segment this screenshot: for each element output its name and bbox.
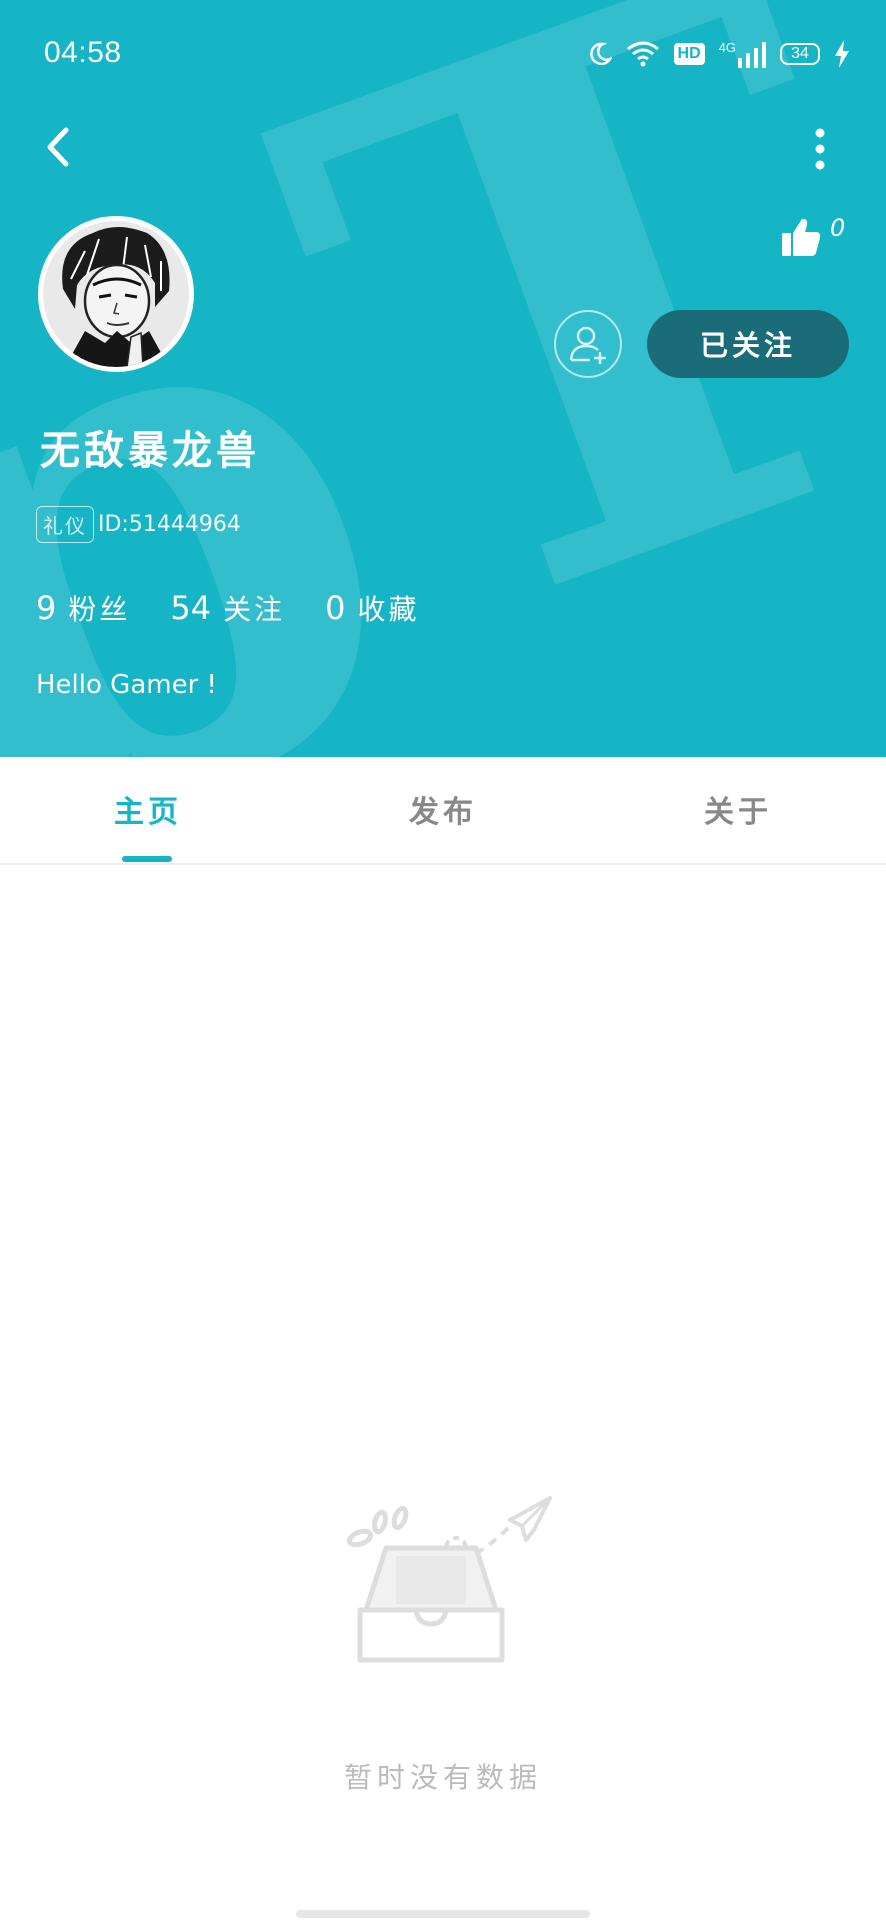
followed-button[interactable]: 已关注 [647,310,849,378]
wifi-icon [626,41,659,67]
thumbs-up-icon [782,218,821,256]
avatar[interactable] [38,216,194,372]
charging-icon [835,40,849,68]
user-badge: 礼仪 [36,506,94,543]
user-id-row: 礼仪 ID:51444964 [36,506,241,543]
home-indicator[interactable] [296,1910,590,1918]
like-button[interactable]: 0 [780,214,846,258]
hd-badge: HD [673,43,705,65]
tab-posts[interactable]: 发布 [343,757,543,861]
tab-about[interactable]: 关于 [638,757,838,861]
profile-header: pT 04:58 HD 4G 34 0 已关注 无敌暴龙兽 礼仪 ID:5144… [0,0,886,757]
stat-fans-count: 9 [36,589,57,627]
stat-favorites-label: 收藏 [357,593,420,626]
battery-icon: 34 [780,43,820,65]
user-id: ID:51444964 [98,512,241,537]
add-friend-button[interactable] [554,310,622,378]
signal-4g-icon: 4G [719,41,766,68]
stat-following-label: 关注 [223,593,286,626]
tab-home[interactable]: 主页 [48,757,248,861]
status-time: 04:58 [44,36,122,69]
status-bar: 04:58 HD 4G 34 [0,0,886,106]
empty-inbox-icon [346,1496,552,1663]
stat-favorites[interactable]: 0 收藏 [325,588,419,628]
stat-fans[interactable]: 9 粉丝 [36,588,130,628]
profile-tabs: 主页 发布 关于 [0,757,886,865]
stat-favorites-count: 0 [325,589,346,627]
like-count: 0 [830,214,846,242]
back-button[interactable] [38,122,82,172]
status-icons: HD 4G 34 [588,36,850,72]
user-bio: Hello Gamer ! [36,670,217,700]
user-plus-icon [569,326,606,364]
more-options-button[interactable] [806,124,830,174]
stat-following[interactable]: 54 关注 [170,588,285,628]
username: 无敌暴龙兽 [40,428,260,474]
stat-fans-label: 粉丝 [68,593,131,626]
watermark-decoration: pT [0,0,886,757]
stat-following-count: 54 [170,589,212,627]
empty-state-text: 暂时没有数据 [343,1761,542,1794]
profile-stats: 9 粉丝 54 关注 0 收藏 [36,588,459,628]
moon-icon [589,42,612,66]
tab-active-indicator [122,856,172,862]
